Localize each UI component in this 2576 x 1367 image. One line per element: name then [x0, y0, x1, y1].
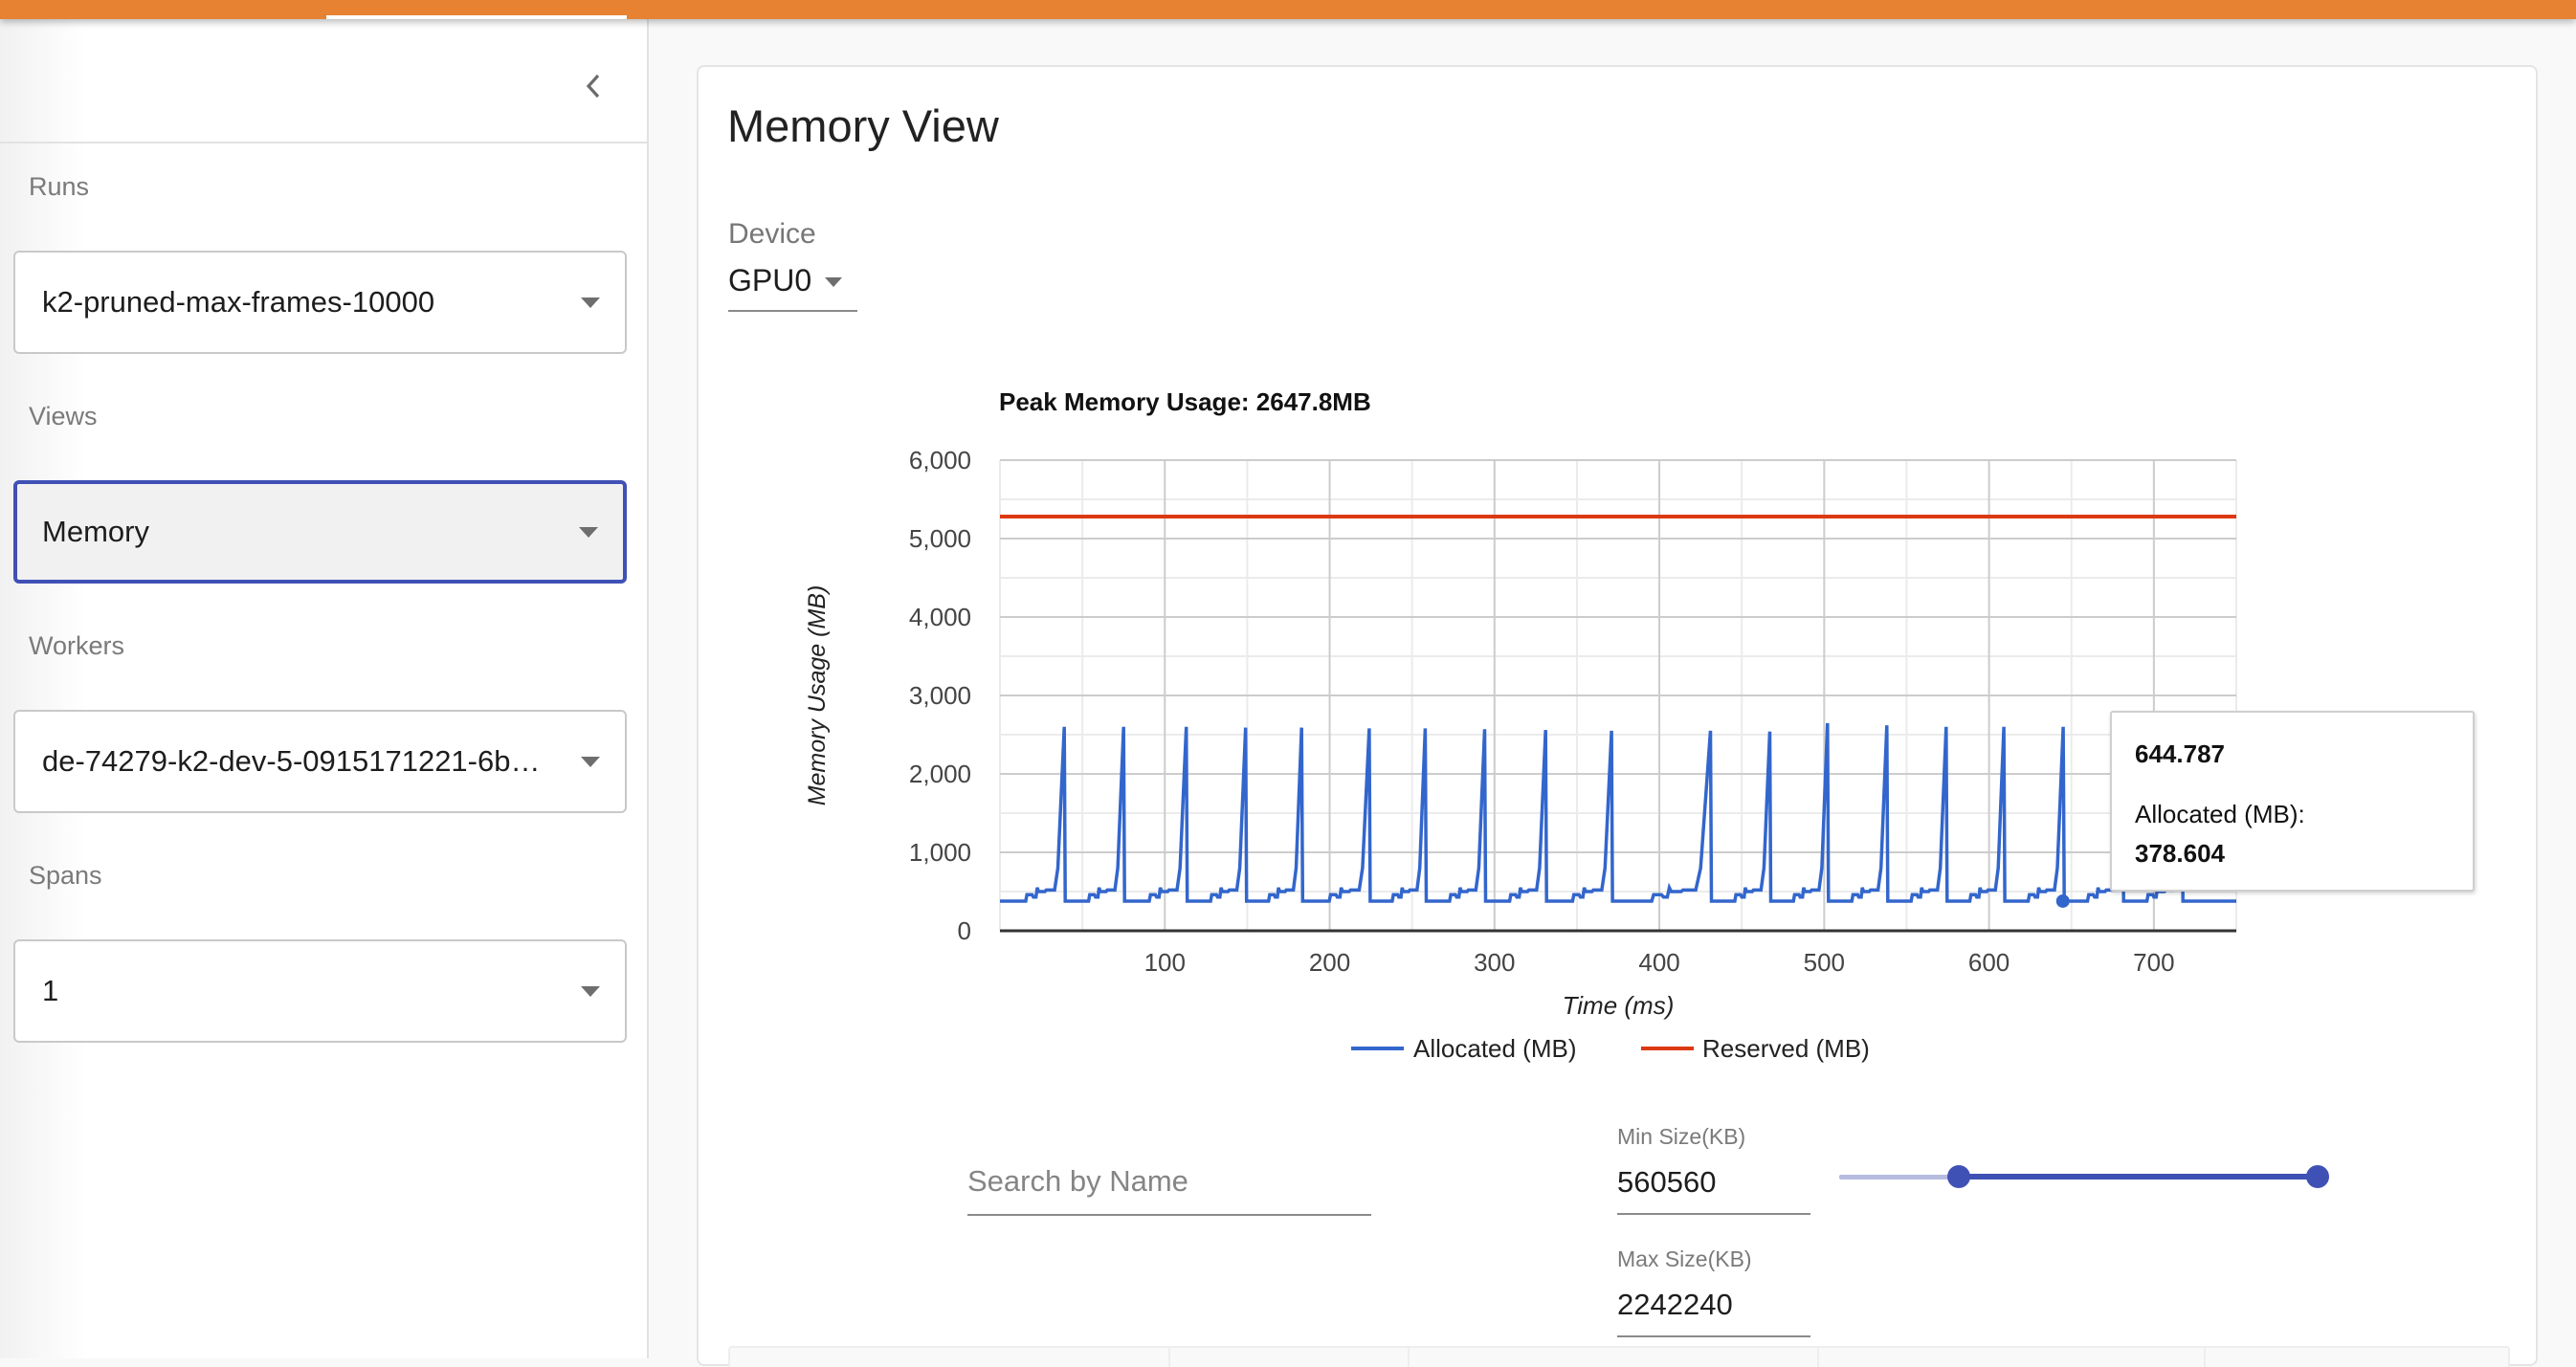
- chart-tooltip: 644.787 Allocated (MB): 378.604: [2110, 711, 2475, 892]
- y-tick-label: 4,000: [909, 603, 971, 631]
- slider-thumb-max[interactable]: [2306, 1165, 2329, 1188]
- max-size-field[interactable]: [1617, 1278, 1810, 1337]
- tooltip-series-label: Allocated (MB):: [2135, 800, 2305, 828]
- x-tick-label: 100: [1144, 948, 1186, 977]
- slider-track: [1959, 1174, 2318, 1180]
- max-size-label: Max Size(KB): [1617, 1246, 1752, 1271]
- series-line-allocated[interactable]: [1000, 722, 2236, 903]
- x-tick-label: 300: [1474, 948, 1515, 977]
- x-tick-label: 700: [2133, 948, 2174, 977]
- active-tab-indicator: [326, 15, 627, 19]
- y-tick-label: 6,000: [909, 446, 971, 474]
- y-tick-label: 2,000: [909, 760, 971, 788]
- legend-label-reserved[interactable]: Reserved (MB): [1702, 1034, 1870, 1063]
- min-size-input[interactable]: [1617, 1156, 1810, 1209]
- y-axis-title: Memory Usage (MB): [804, 585, 831, 806]
- y-tick-label: 0: [958, 916, 971, 945]
- x-tick-label: 400: [1638, 948, 1679, 977]
- min-size-label: Min Size(KB): [1617, 1124, 1746, 1149]
- table-column-divider: [1168, 1348, 1170, 1367]
- hover-point[interactable]: [2055, 893, 2070, 908]
- x-axis-title: Time (ms): [1563, 991, 1675, 1020]
- table-column-divider: [1408, 1348, 1410, 1367]
- memory-events-table-header: [728, 1346, 2510, 1367]
- table-column-divider: [2204, 1348, 2206, 1367]
- legend-label-allocated[interactable]: Allocated (MB): [1413, 1034, 1577, 1063]
- top-app-bar: [0, 0, 2576, 19]
- y-tick-label: 3,000: [909, 681, 971, 710]
- tooltip-series-value: 378.604: [2135, 839, 2225, 868]
- x-tick-label: 600: [1968, 948, 2010, 977]
- y-tick-label: 1,000: [909, 838, 971, 867]
- y-tick-label: 5,000: [909, 524, 971, 553]
- x-tick-label: 500: [1804, 948, 1845, 977]
- slider-thumb-min[interactable]: [1947, 1165, 1970, 1188]
- search-by-name-input[interactable]: [967, 1153, 1371, 1210]
- max-size-input[interactable]: [1617, 1278, 1810, 1332]
- size-range-slider[interactable]: [1839, 1165, 2329, 1188]
- x-tick-label: 200: [1309, 948, 1350, 977]
- search-by-name-field[interactable]: [967, 1153, 1371, 1216]
- tooltip-x-value: 644.787: [2135, 739, 2225, 768]
- chart-legend: Allocated (MB) Reserved (MB): [1351, 1034, 1870, 1063]
- table-column-divider: [1817, 1348, 1819, 1367]
- min-size-field[interactable]: [1617, 1156, 1810, 1215]
